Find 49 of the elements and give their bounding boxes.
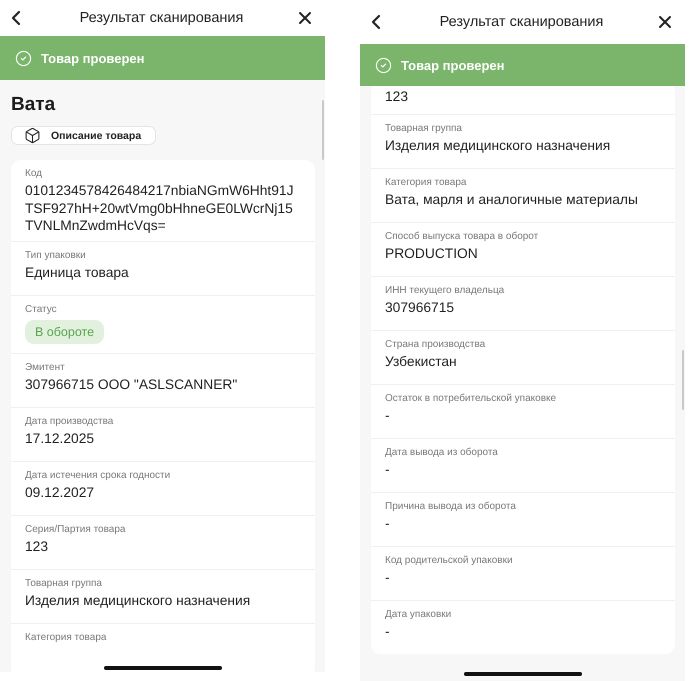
field-label: Категория товара (385, 176, 468, 188)
field-value: - (385, 568, 391, 586)
status-banner: Товар проверен (360, 44, 685, 86)
field-label: ИНН текущего владельца (385, 284, 506, 296)
product-title: Вата (11, 94, 56, 116)
field-value: - (385, 514, 391, 532)
field-value: 17.12.2025 (25, 430, 96, 447)
field-label: Дата вывода из оборота (385, 446, 499, 458)
field-label: Эмитент (25, 362, 66, 372)
field-label: Способ выпуска товара в оборот (385, 230, 540, 242)
scrollbar (682, 350, 684, 410)
field-value: 307966715 ООО "ASLSCANNER" (25, 376, 238, 393)
field-value: 0101234578426484217nbiaNGmW6Hht91JTSF927hH+20wtVmg0bHhneGE0LWcrNj15TVNLMnZwdmHcVqs= (25, 182, 294, 234)
field-label: Товарная группа (385, 122, 463, 134)
field-value: Вата, марля и аналогичные материалы (385, 190, 639, 208)
field-value: - (385, 460, 391, 478)
field-label: Тип упаковки (25, 250, 87, 260)
scrollbar (322, 100, 324, 160)
field-label: Товарная группа (25, 578, 103, 588)
field-value: 123 (25, 538, 50, 555)
status-banner: Товар проверен (0, 36, 325, 80)
field-value: PRODUCTION (385, 244, 479, 262)
field-value: - (385, 622, 391, 640)
field-value: - (385, 406, 391, 424)
screen-title: Результат сканирования (440, 14, 604, 30)
check-circle-icon (375, 56, 392, 74)
field-label: Дата производства (25, 416, 114, 426)
field-label: Страна производства (385, 338, 486, 350)
cube-icon (24, 127, 41, 144)
field-value: 09.12.2027 (25, 484, 96, 501)
field-label: Код (25, 168, 44, 179)
field-value: Изделия медицинского назначения (385, 136, 612, 154)
field-value: 123 (385, 88, 410, 106)
field-label: Статус (25, 304, 58, 314)
field-label: Серия/Партия товара (25, 524, 126, 534)
field-value: 307966715 (385, 298, 456, 316)
screen-title: Результат сканирования (80, 10, 244, 26)
description-button[interactable]: Описание товара (11, 126, 156, 145)
field-label: Код родительской упаковки (385, 554, 514, 566)
field-label: Дата истечения срока годности (25, 470, 172, 480)
status-badge: В обороте (25, 320, 104, 344)
field-value: Узбекистан (385, 352, 458, 370)
field-value: Изделия медицинского назначения (25, 592, 252, 609)
check-circle-icon (15, 50, 32, 66)
field-label: Дата упаковки (385, 608, 452, 620)
field-label: Остаток в потребительской упаковке (385, 392, 558, 404)
field-value: Единица товара (25, 264, 130, 281)
field-label: Категория товара (25, 632, 108, 642)
field-label: Причина вывода из оборота (385, 500, 517, 512)
